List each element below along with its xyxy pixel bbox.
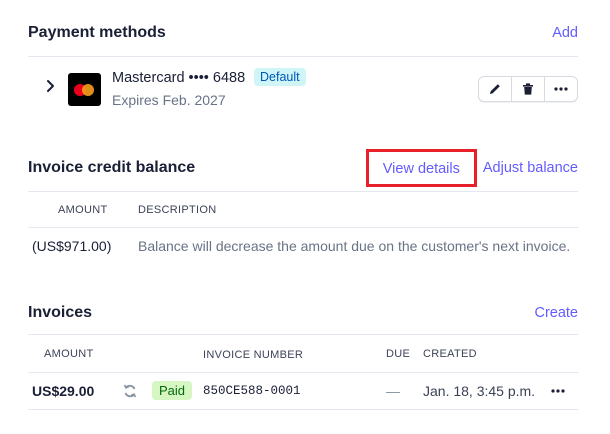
divider — [28, 227, 578, 228]
delete-icon — [523, 83, 533, 95]
edit-card-button[interactable] — [479, 77, 511, 101]
credit-balance-description: Balance will decrease the amount due on … — [138, 238, 571, 254]
column-header-amount: AMOUNT — [58, 204, 108, 216]
credit-balance-actions: View details Adjust balance — [365, 149, 578, 187]
divider — [28, 334, 578, 335]
view-details-link[interactable]: View details — [365, 149, 477, 187]
divider — [28, 409, 578, 410]
invoices-title: Invoices — [28, 304, 93, 321]
card-brand-number: Mastercard •••• 6488 — [112, 70, 246, 86]
create-invoice-link[interactable]: Create — [534, 305, 578, 321]
adjust-balance-link[interactable]: Adjust balance — [483, 160, 578, 176]
more-icon[interactable] — [550, 386, 566, 396]
invoice-amount: US$29.00 — [32, 383, 95, 399]
invoices-header: Invoices Create — [28, 302, 578, 324]
delete-card-button[interactable] — [511, 77, 544, 101]
card-actions — [478, 76, 578, 102]
add-payment-method-link[interactable]: Add — [552, 25, 578, 41]
column-header-amount: AMOUNT — [44, 348, 94, 360]
invoice-created: Jan. 18, 3:45 p.m. — [423, 383, 536, 399]
credit-balance-header: Invoice credit balance View details Adju… — [28, 149, 578, 187]
mastercard-logo — [68, 73, 101, 106]
chevron-right-icon[interactable] — [42, 78, 58, 94]
column-header-invoice-number: INVOICE NUMBER — [203, 349, 304, 361]
edit-icon — [490, 84, 500, 94]
credit-balance-amount: (US$971.00) — [32, 238, 112, 254]
divider — [28, 191, 578, 192]
invoice-number: 850CE588-0001 — [203, 384, 301, 398]
card-expiry: Expires Feb. 2027 — [112, 92, 226, 108]
more-icon — [554, 87, 568, 91]
column-header-description: DESCRIPTION — [138, 204, 217, 216]
default-badge: Default — [254, 68, 306, 86]
status-badge: Paid — [152, 381, 193, 400]
invoice-due: — — [386, 383, 400, 399]
divider — [28, 56, 578, 57]
credit-balance-title: Invoice credit balance — [28, 159, 196, 176]
more-card-actions-button[interactable] — [544, 77, 577, 101]
retry-icon — [123, 384, 137, 398]
column-header-due: DUE — [386, 348, 411, 360]
payment-methods-header: Payment methods Add — [28, 23, 578, 43]
divider — [28, 372, 578, 373]
payment-methods-title: Payment methods — [28, 24, 166, 41]
column-header-created: CREATED — [423, 348, 477, 360]
payment-method-row: Mastercard •••• 6488 Default Expires Feb… — [28, 66, 578, 114]
